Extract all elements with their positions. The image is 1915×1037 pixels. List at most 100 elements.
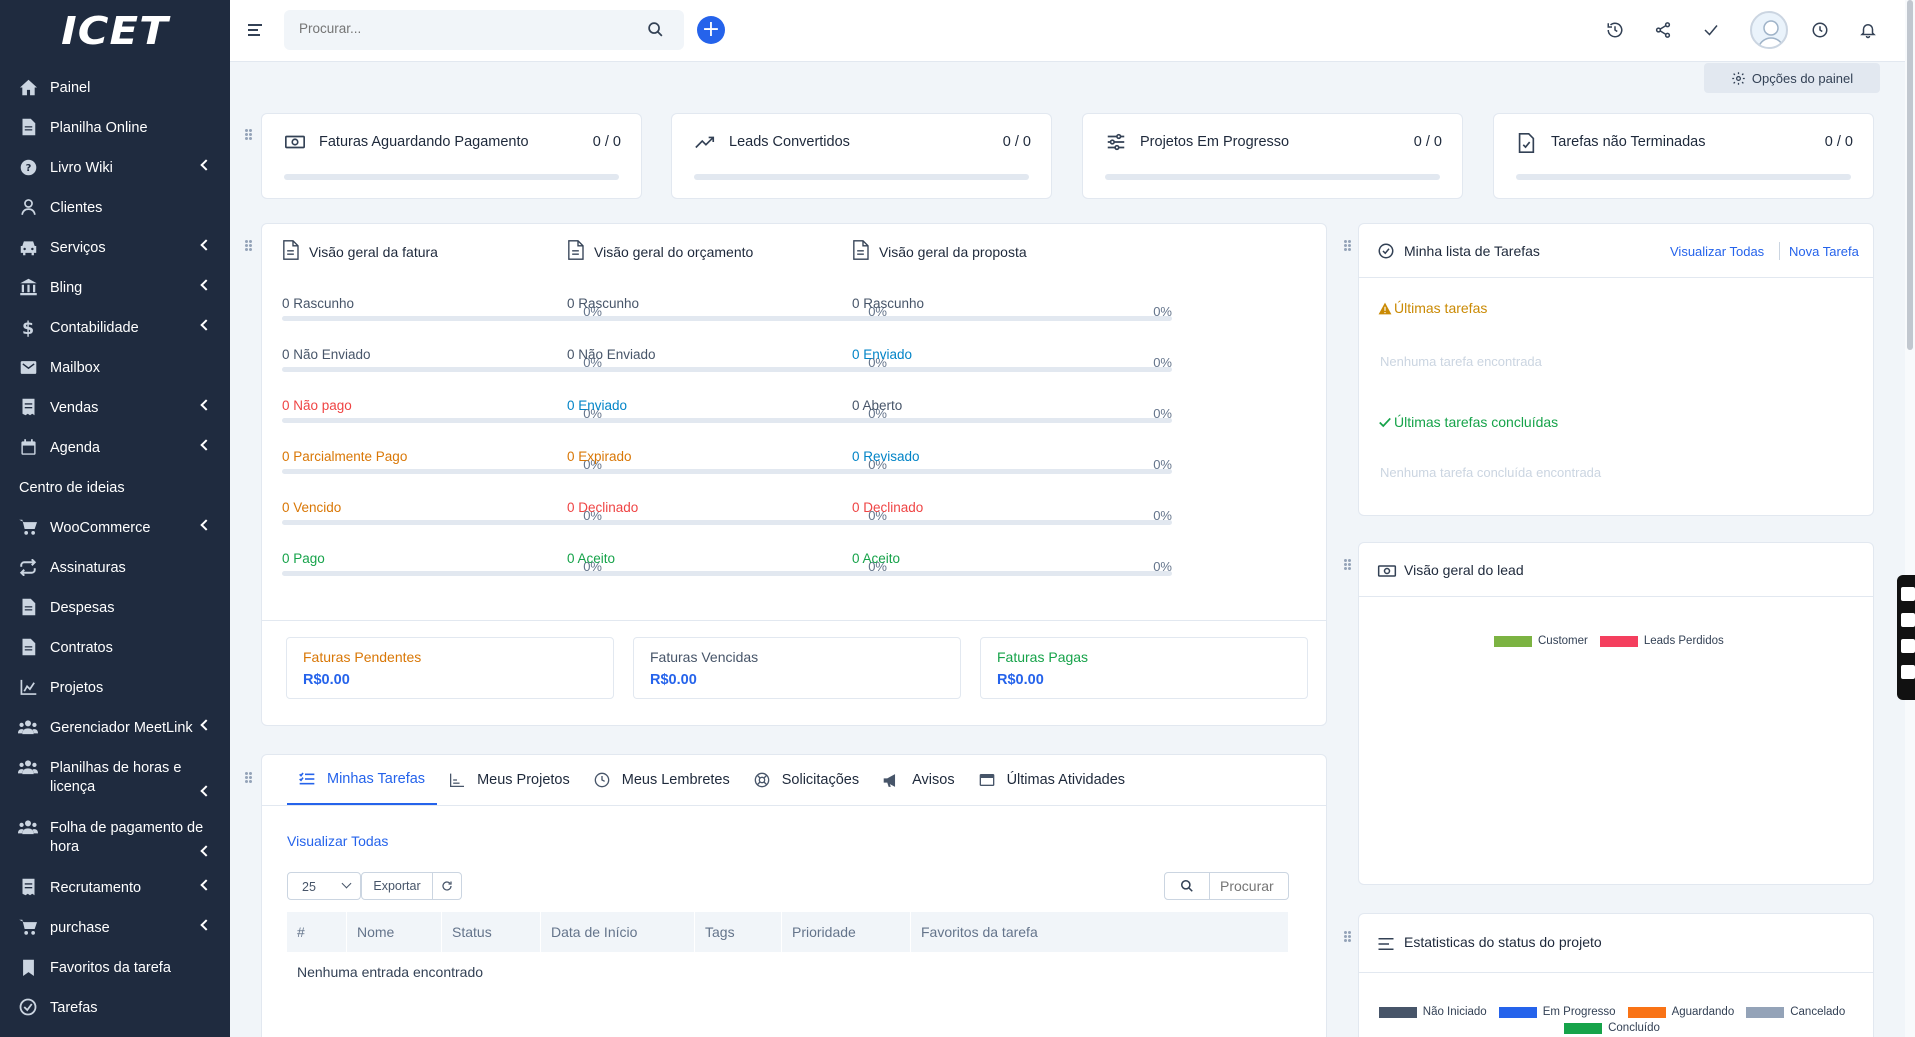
legend-item[interactable]: Não Iniciado — [1378, 1006, 1487, 1018]
avatar[interactable] — [1750, 11, 1788, 49]
sidebar-item-20[interactable]: purchase — [0, 908, 230, 948]
column-header[interactable]: Status — [442, 912, 541, 952]
page-size-select[interactable]: 25 — [287, 872, 361, 900]
new-task-link[interactable]: Nova Tarefa — [1789, 244, 1859, 259]
tab-5[interactable]: Últimas Atividades — [967, 755, 1137, 805]
legend-item[interactable]: Cancelado — [1746, 1006, 1845, 1018]
drag-handle-icon[interactable] — [245, 129, 253, 141]
overview-row-label[interactable]: 0 Enviado — [852, 347, 912, 362]
column-header[interactable]: Favoritos da tarefa — [911, 912, 1289, 952]
overview-row-label[interactable]: 0 Declinado — [567, 500, 638, 515]
share-icon[interactable] — [1651, 18, 1675, 42]
gear-icon[interactable] — [1901, 665, 1915, 679]
view-all-link[interactable]: Visualizar Todas — [287, 833, 388, 849]
sidebar-item-4[interactable]: Serviços — [0, 228, 230, 268]
sidebar-item-16[interactable]: Gerenciador MeetLink — [0, 708, 230, 748]
latest-tasks-heading: Últimas tarefas — [1378, 300, 1487, 316]
sidebar-item-8[interactable]: Vendas — [0, 388, 230, 428]
table-search-input[interactable] — [1209, 872, 1289, 900]
sidebar-item-9[interactable]: Agenda — [0, 428, 230, 468]
svg-text:$: $ — [22, 318, 34, 336]
overview-row-label[interactable]: 0 Não Enviado — [567, 347, 656, 362]
legend-item[interactable]: Leads Perdidos — [1599, 635, 1724, 647]
table-search-button[interactable] — [1164, 872, 1210, 900]
overview-row-label[interactable]: 0 Parcialmente Pago — [282, 449, 407, 464]
dashboard-options-button[interactable]: Opções do painel — [1704, 63, 1880, 93]
overview-row-label[interactable]: 0 Aceito — [567, 551, 615, 566]
check-icon[interactable] — [1699, 18, 1723, 42]
sidebar-item-12[interactable]: Assinaturas — [0, 548, 230, 588]
drag-handle-icon[interactable] — [1344, 240, 1352, 252]
sidebar-item-21[interactable]: Favoritos da tarefa — [0, 948, 230, 988]
table-empty-message: Nenhuma entrada encontrado — [297, 964, 484, 980]
sidebar-item-19[interactable]: Recrutamento — [0, 868, 230, 908]
menu-toggle-icon[interactable] — [248, 24, 262, 39]
tab-3[interactable]: Solicitações — [742, 755, 871, 805]
sidebar-item-13[interactable]: Despesas — [0, 588, 230, 628]
tab-0[interactable]: Minhas Tarefas — [287, 755, 438, 805]
sidebar-item-18[interactable]: Folha de pagamento de hora — [0, 808, 230, 868]
drag-handle-icon[interactable] — [1344, 559, 1352, 571]
overview-row-label[interactable]: 0 Não Enviado — [282, 347, 371, 362]
overview-row-label[interactable]: 0 Enviado — [567, 398, 627, 413]
brand-logo[interactable]: ICET — [0, 0, 230, 62]
overview-row-label[interactable]: 0 Vencido — [282, 500, 341, 515]
overview-row-label[interactable]: 0 Aceito — [852, 551, 900, 566]
column-header[interactable]: Tags — [695, 912, 782, 952]
legend-item[interactable]: Concluído — [1564, 1022, 1660, 1034]
column-header[interactable]: Prioridade — [782, 912, 911, 952]
overview-row-label[interactable]: 0 Rascunho — [852, 296, 924, 311]
legend-item[interactable]: Customer — [1494, 635, 1588, 647]
bell-icon[interactable] — [1856, 18, 1880, 42]
refresh-button[interactable] — [432, 872, 462, 900]
page-scrollbar[interactable] — [1905, 0, 1915, 1037]
file-check-icon — [1516, 132, 1536, 159]
sidebar-item-6[interactable]: $ Contabilidade — [0, 308, 230, 348]
tab-2[interactable]: Meus Lembretes — [582, 755, 742, 805]
sidebar-item-2[interactable]: ? Livro Wiki — [0, 148, 230, 188]
overview-row-label[interactable]: 0 Não pago — [282, 398, 352, 413]
video-icon[interactable] — [1901, 613, 1915, 627]
sidebar-item-11[interactable]: WooCommerce — [0, 508, 230, 548]
camera-icon[interactable] — [1901, 587, 1915, 601]
overview-row-label[interactable]: 0 Declinado — [852, 500, 923, 515]
sidebar-item-22[interactable]: Tarefas — [0, 988, 230, 1028]
overview-row-label[interactable]: 0 Revisado — [852, 449, 920, 464]
floating-toolbar[interactable] — [1897, 575, 1915, 700]
drag-handle-icon[interactable] — [245, 240, 253, 252]
overview-row-label[interactable]: 0 Expirado — [567, 449, 632, 464]
sidebar-item-14[interactable]: Contratos — [0, 628, 230, 668]
tab-1[interactable]: Meus Projetos — [437, 755, 582, 805]
overview-row-label[interactable]: 0 Rascunho — [282, 296, 354, 311]
overview-row-label[interactable]: 0 Pago — [282, 551, 325, 566]
sidebar-item-10[interactable]: Centro de ideias — [0, 468, 230, 508]
clock-icon[interactable] — [1808, 18, 1832, 42]
sidebar-item-15[interactable]: Projetos — [0, 668, 230, 708]
sidebar-nav: Painel Planilha Online? Livro Wiki Clientes… — [0, 62, 230, 1028]
sidebar-item-7[interactable]: Mailbox — [0, 348, 230, 388]
drag-handle-icon[interactable] — [245, 772, 253, 784]
view-all-tasks-link[interactable]: Visualizar Todas — [1670, 244, 1764, 259]
search-input[interactable] — [299, 21, 619, 36]
file-icon — [18, 117, 38, 137]
tab-4[interactable]: Avisos — [871, 755, 966, 805]
drag-handle-icon[interactable] — [1344, 931, 1352, 943]
legend-item[interactable]: Em Progresso — [1498, 1006, 1616, 1018]
column-header[interactable]: Data de Início — [541, 912, 695, 952]
total-label: Faturas Vencidas — [650, 649, 759, 665]
sidebar-item-0[interactable]: Painel — [0, 68, 230, 108]
sidebar-item-3[interactable]: Clientes — [0, 188, 230, 228]
sidebar-item-1[interactable]: Planilha Online — [0, 108, 230, 148]
history-icon[interactable] — [1603, 18, 1627, 42]
sidebar-item-5[interactable]: Bling — [0, 268, 230, 308]
column-header[interactable]: Nome — [347, 912, 442, 952]
sidebar-item-17[interactable]: Planilhas de horas e licença — [0, 748, 230, 808]
legend-item[interactable]: Aguardando — [1627, 1006, 1734, 1018]
quick-create-button[interactable]: + — [697, 16, 725, 44]
overview-row-label[interactable]: 0 Aberto — [852, 398, 902, 413]
search-icon[interactable] — [647, 21, 664, 43]
column-header[interactable]: # — [287, 912, 347, 952]
overview-row-label[interactable]: 0 Rascunho — [567, 296, 639, 311]
window-icon[interactable] — [1901, 639, 1915, 653]
export-button[interactable]: Exportar — [361, 872, 433, 900]
